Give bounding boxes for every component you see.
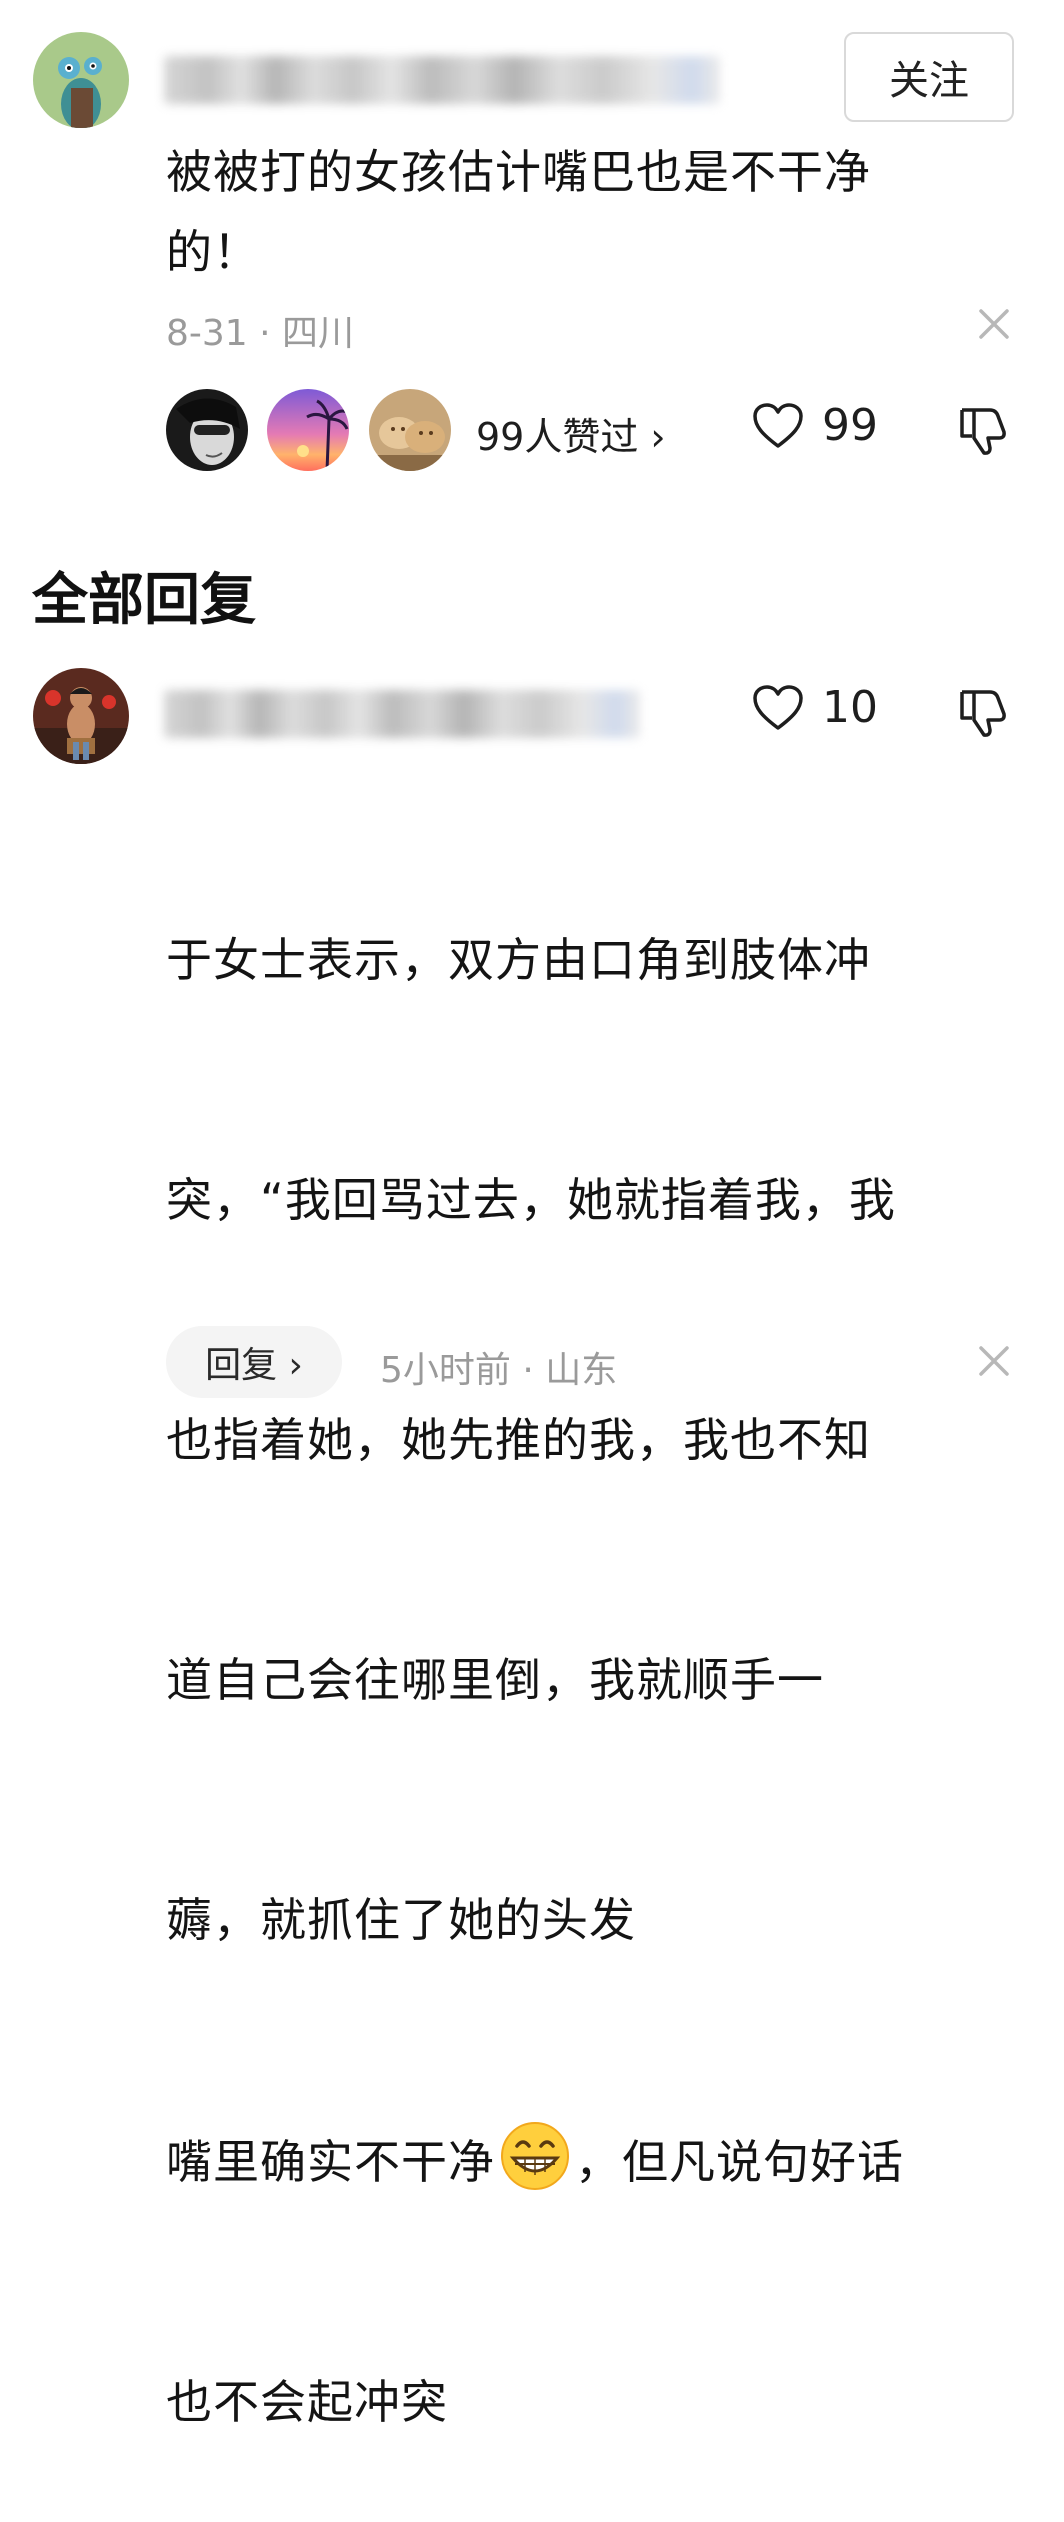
comment-like-button[interactable]: 99 xyxy=(752,400,878,451)
reply-text-line: 道自己会往哪里倒，我就顺手一 xyxy=(166,1653,824,1707)
comment-text: 被被打的女孩估计嘴巴也是不干净 的！ xyxy=(166,145,871,279)
close-icon[interactable] xyxy=(977,307,1011,341)
reply-text-line-with-emoji: 嘴里确实不干净 ，但凡说句好话 xyxy=(166,2120,1036,2202)
reply-text-segment: 嘴里确实不干净 xyxy=(166,2135,495,2189)
reply-button[interactable]: 回复 › xyxy=(166,1326,342,1398)
replier-avatar[interactable] xyxy=(33,668,129,764)
comment-like-count: 99 xyxy=(822,400,878,451)
commenter-username-blurred[interactable] xyxy=(164,56,720,104)
replier-username-blurred[interactable] xyxy=(164,690,640,738)
commenter-avatar[interactable] xyxy=(33,32,129,128)
likers-summary-link[interactable]: 99人赞过 › xyxy=(476,406,666,461)
liker-avatar-3[interactable] xyxy=(369,389,451,471)
reply-like-button[interactable]: 10 xyxy=(752,682,878,733)
grinning-emoji-icon xyxy=(499,2120,571,2192)
thumbs-down-icon[interactable] xyxy=(958,404,1008,456)
reply-text-line: 突，“我回骂过去，她就指着我，我 xyxy=(166,1173,896,1227)
reply-text-line: 薅，就抓住了她的头发 xyxy=(166,1893,636,1947)
all-replies-heading: 全部回复 xyxy=(32,568,256,633)
thumbs-down-icon[interactable] xyxy=(958,686,1008,738)
close-icon[interactable] xyxy=(977,1344,1011,1378)
reply-meta: 5小时前 · 山东 xyxy=(380,1350,618,1391)
reply-text-segment: ，但凡说句好话 xyxy=(575,2135,904,2189)
reply-like-count: 10 xyxy=(822,682,878,733)
reply-text: 于女士表示，双方由口角到肢体冲 突，“我回骂过去，她就指着我，我 也指着她，她先… xyxy=(166,760,1036,2522)
reply-text-line: 也不会起冲突 xyxy=(166,2375,448,2429)
heart-outline-icon xyxy=(752,402,804,450)
reply-text-line: 也指着她，她先推的我，我也不知 xyxy=(166,1413,871,1467)
heart-outline-icon xyxy=(752,684,804,732)
liker-avatar-2[interactable] xyxy=(267,389,349,471)
follow-button[interactable]: 关注 xyxy=(844,32,1014,122)
reply-text-line: 于女士表示，双方由口角到肢体冲 xyxy=(166,933,871,987)
liker-avatar-1[interactable] xyxy=(166,389,248,471)
comment-meta: 8-31 · 四川 xyxy=(166,313,355,354)
